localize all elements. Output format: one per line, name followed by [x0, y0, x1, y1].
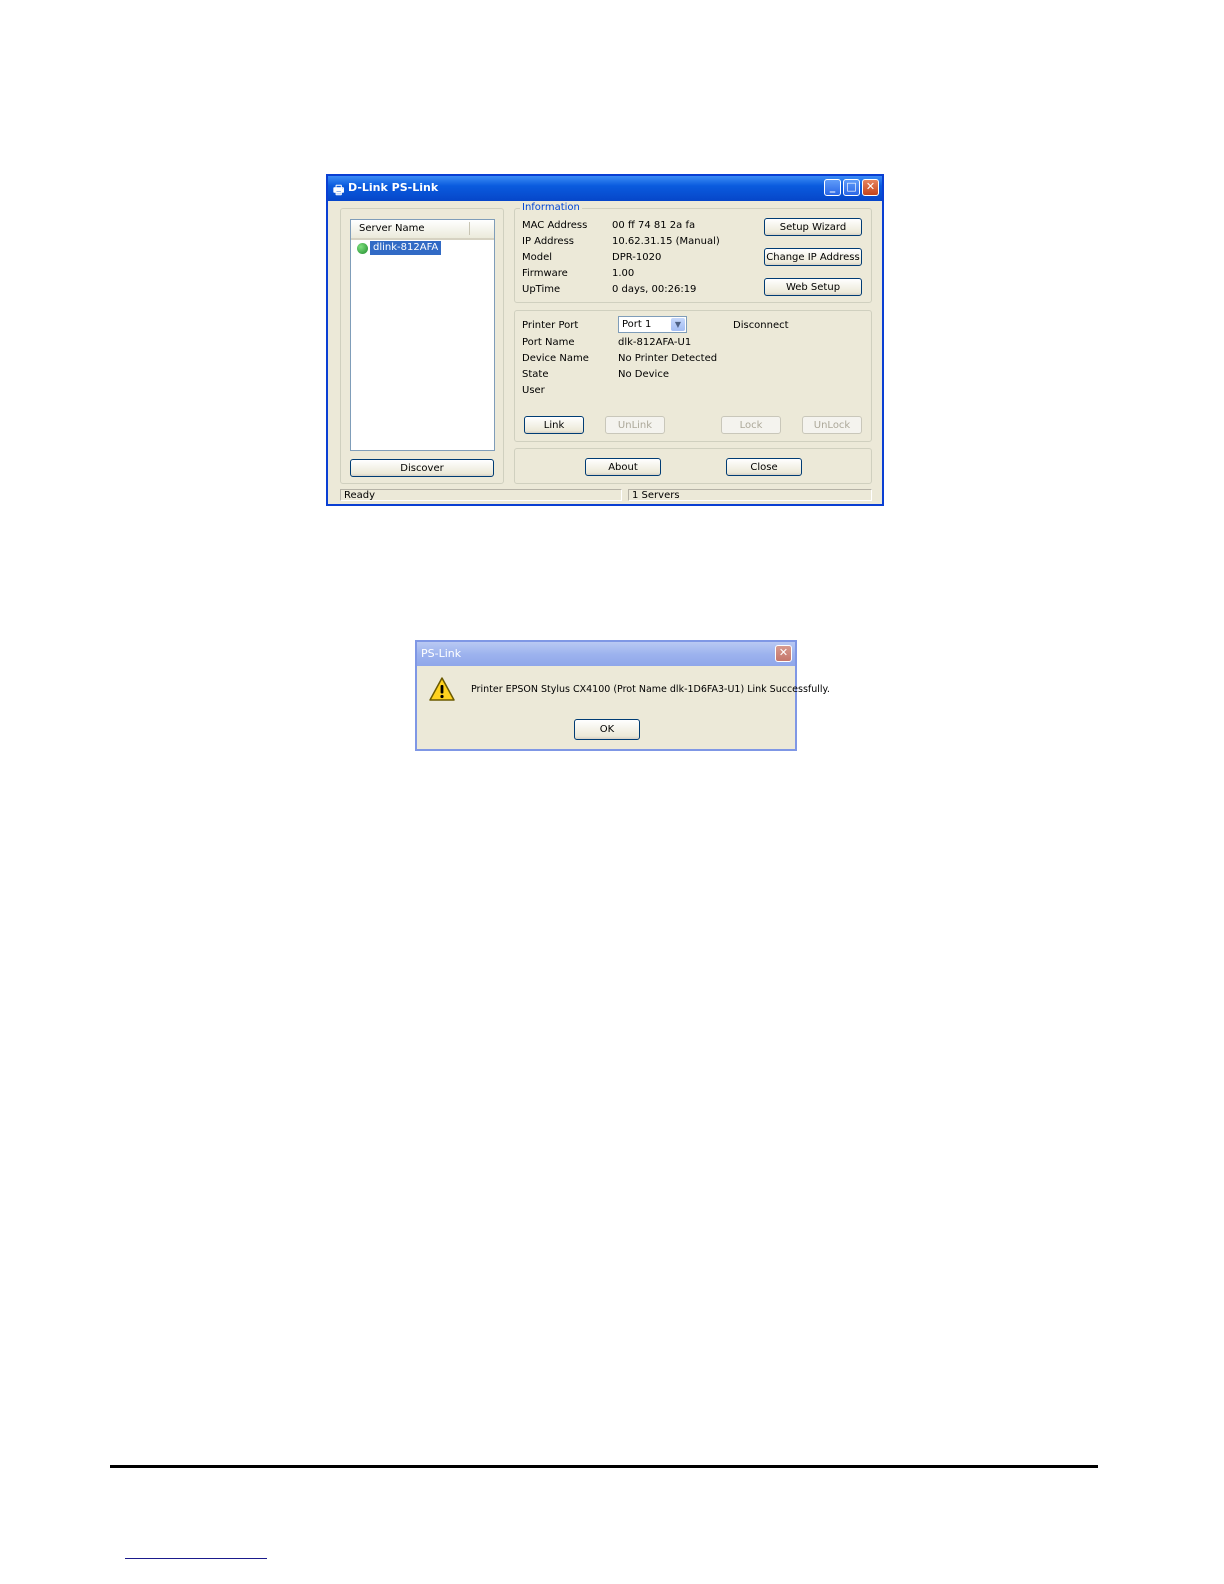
setup-wizard-button[interactable]: Setup Wizard	[764, 218, 862, 236]
user-label: User	[522, 385, 545, 396]
minimize-icon[interactable]: _	[824, 179, 841, 196]
server-list[interactable]: Server Name dlink-812AFA	[350, 219, 495, 451]
state-label: State	[522, 369, 549, 380]
dialog-title: PS-Link	[421, 647, 462, 660]
discover-button[interactable]: Discover	[350, 459, 494, 477]
warning-icon	[429, 677, 455, 701]
printer-app-icon: 🖶	[333, 183, 345, 197]
firmware-value: 1.00	[612, 268, 635, 279]
footer-rule	[110, 1465, 1098, 1468]
port-name-label: Port Name	[522, 337, 575, 348]
information-group: Information MAC Address 00 ff 74 81 2a f…	[514, 202, 872, 303]
status-bar: Ready 1 Servers	[340, 489, 872, 501]
bottom-button-group: About Close	[514, 448, 872, 484]
unlock-button[interactable]: UnLock	[802, 416, 862, 434]
link-button[interactable]: Link	[524, 416, 584, 434]
model-value: DPR-1020	[612, 252, 662, 263]
state-value: No Device	[618, 369, 669, 380]
printer-port-label: Printer Port	[522, 320, 579, 331]
printer-port-selected: Port 1	[622, 319, 652, 330]
server-panel: Server Name dlink-812AFA Discover	[340, 208, 504, 484]
lock-button[interactable]: Lock	[721, 416, 781, 434]
main-window-title: D-Link PS-Link	[348, 181, 439, 194]
dialog-close-icon[interactable]: ✕	[775, 645, 792, 662]
mac-address-value: 00 ff 74 81 2a fa	[612, 220, 696, 231]
status-right: 1 Servers	[628, 489, 872, 501]
close-icon[interactable]: ✕	[862, 179, 879, 196]
disconnect-status: Disconnect	[733, 320, 789, 331]
dialog-message: Printer EPSON Stylus CX4100 (Prot Name d…	[471, 684, 830, 695]
information-legend: Information	[520, 202, 582, 213]
printer-port-select[interactable]: Port 1 ▼	[618, 316, 687, 333]
device-name-value: No Printer Detected	[618, 353, 718, 364]
main-window: 🖶 D-Link PS-Link _ □ ✕ Server Name dlink…	[326, 174, 884, 506]
server-item-label: dlink-812AFA	[370, 241, 442, 255]
main-titlebar[interactable]: 🖶 D-Link PS-Link _ □ ✕	[328, 176, 882, 201]
ip-address-value: 10.62.31.15 (Manual)	[612, 236, 720, 247]
chevron-down-icon[interactable]: ▼	[671, 318, 685, 331]
ok-button[interactable]: OK	[574, 719, 640, 740]
server-globe-icon	[357, 243, 368, 254]
status-left: Ready	[340, 489, 622, 501]
server-list-header[interactable]: Server Name	[351, 220, 494, 240]
message-dialog: PS-Link ✕ Printer EPSON Stylus CX4100 (P…	[415, 640, 830, 751]
footer-link-underline[interactable]	[125, 1558, 267, 1559]
maximize-icon[interactable]: □	[843, 179, 860, 196]
printer-port-group: Printer Port Port 1 ▼ Disconnect Port Na…	[514, 310, 872, 442]
change-ip-address-button[interactable]: Change IP Address	[764, 248, 862, 266]
uptime-label: UpTime	[522, 284, 561, 295]
unlink-button[interactable]: UnLink	[605, 416, 665, 434]
uptime-value: 0 days, 00:26:19	[612, 284, 697, 295]
ip-address-label: IP Address	[522, 236, 574, 247]
about-button[interactable]: About	[585, 458, 661, 476]
model-label: Model	[522, 252, 553, 263]
firmware-label: Firmware	[522, 268, 568, 279]
port-name-value: dlk-812AFA-U1	[618, 337, 692, 348]
column-divider[interactable]	[469, 222, 470, 235]
close-button[interactable]: Close	[726, 458, 802, 476]
web-setup-button[interactable]: Web Setup	[764, 278, 862, 296]
mac-address-label: MAC Address	[522, 220, 588, 231]
server-name-column[interactable]: Server Name	[359, 223, 424, 234]
device-name-label: Device Name	[522, 353, 589, 364]
dialog-titlebar[interactable]: PS-Link ✕	[417, 642, 795, 666]
